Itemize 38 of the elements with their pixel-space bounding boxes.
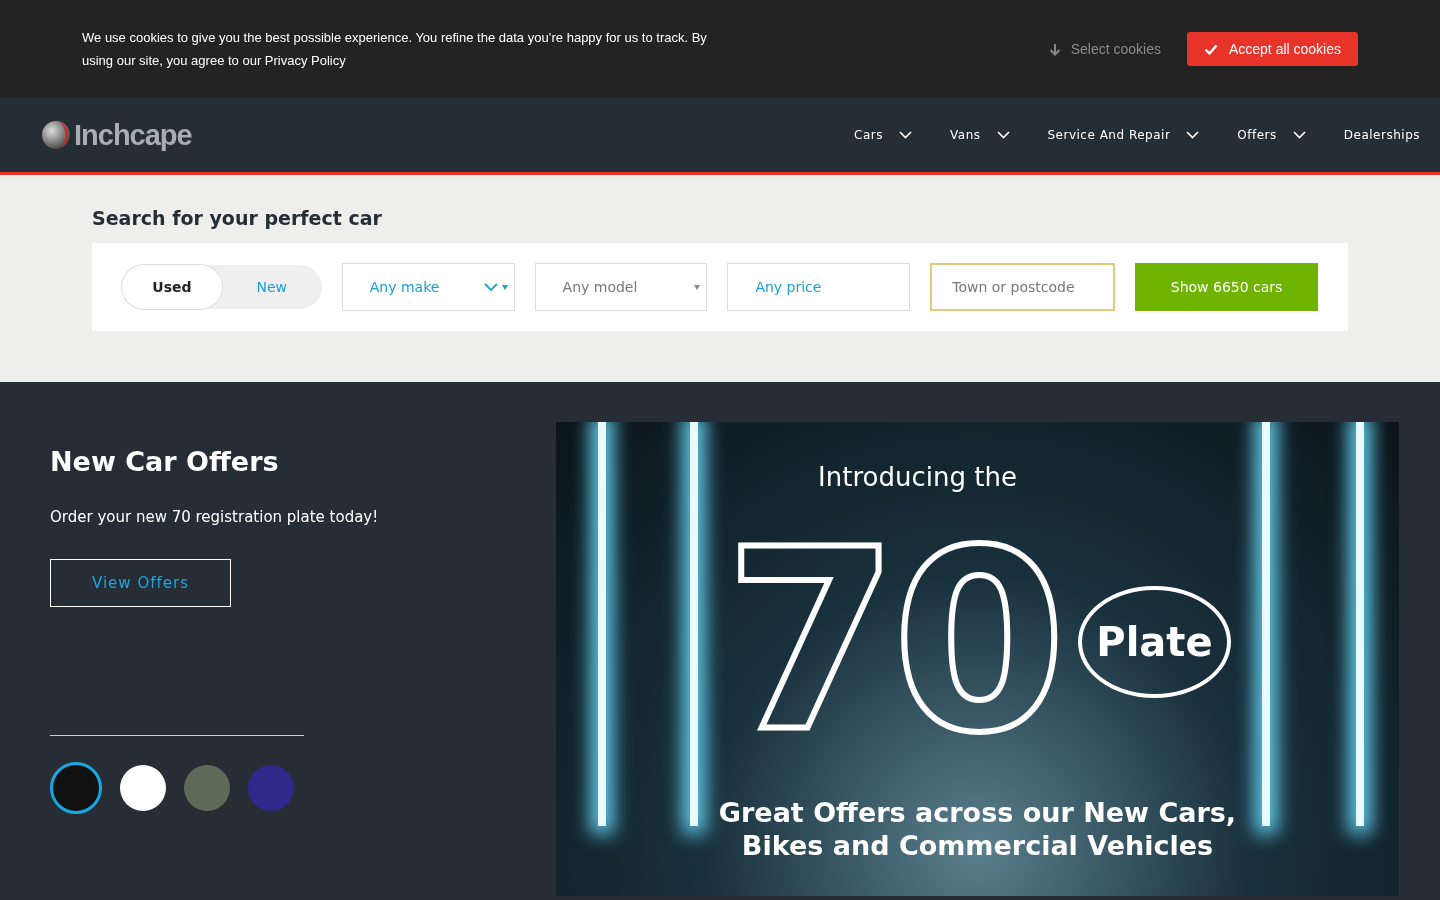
location-input[interactable]: Town or postcode <box>930 263 1116 311</box>
offers-text: Order your new 70 registration plate today! <box>50 507 379 527</box>
plate-label: Plate <box>1078 586 1231 698</box>
nav-item[interactable]: Cars <box>854 128 912 142</box>
slide-thumbnail[interactable] <box>248 765 294 811</box>
nav-item[interactable]: Dealerships <box>1343 128 1420 142</box>
show-cars-button[interactable]: Show 6650 cars <box>1135 263 1318 311</box>
nav-item[interactable]: Vans <box>950 128 1010 142</box>
logo-text[interactable]: Inchcape <box>74 118 192 152</box>
condition-option[interactable]: Used <box>122 265 222 309</box>
plate-number: 70 <box>724 512 1061 772</box>
chevron-down-icon <box>899 131 912 139</box>
slide-thumbnail[interactable] <box>120 765 166 811</box>
search-title: Search for your perfect car <box>92 207 383 229</box>
nav-item[interactable]: Offers <box>1237 128 1306 142</box>
banner-tagline: Great Offers across our New Cars, Bikes and Commercial Vehicles <box>717 796 1238 862</box>
chevron-down-icon <box>483 282 498 292</box>
down-arrow-icon <box>1048 42 1061 56</box>
slide-thumbnail[interactable] <box>50 762 102 814</box>
accept-cookies-button[interactable]: Accept all cookies <box>1186 32 1358 66</box>
banner-intro: Introducing the <box>818 462 1017 492</box>
check-icon <box>1203 43 1218 55</box>
logo-sphere-icon <box>40 119 72 151</box>
dropdown-field[interactable]: Any make <box>341 263 515 311</box>
dropdown-field[interactable]: Any model <box>534 263 708 311</box>
caret-down-icon <box>501 284 508 290</box>
dropdown-field[interactable]: Any price <box>727 263 911 311</box>
chevron-down-icon <box>1292 131 1306 139</box>
caret-down-icon <box>694 284 701 290</box>
slide-thumbnail[interactable] <box>184 765 230 811</box>
offers-title: New Car Offers <box>50 446 280 477</box>
cookie-message: We use cookies to give you the best possible experience. You refine the data you’re happy for us to track. By using our site, you agree to our Privacy Policy <box>82 29 708 70</box>
select-cookies-button[interactable]: Select cookies <box>1042 40 1167 58</box>
nav-item[interactable]: Service And Repair <box>1047 128 1200 142</box>
chevron-down-icon <box>996 131 1010 139</box>
condition-option[interactable]: New <box>221 265 322 309</box>
chevron-down-icon <box>1186 131 1200 139</box>
view-offers-button[interactable]: View Offers <box>50 559 231 607</box>
